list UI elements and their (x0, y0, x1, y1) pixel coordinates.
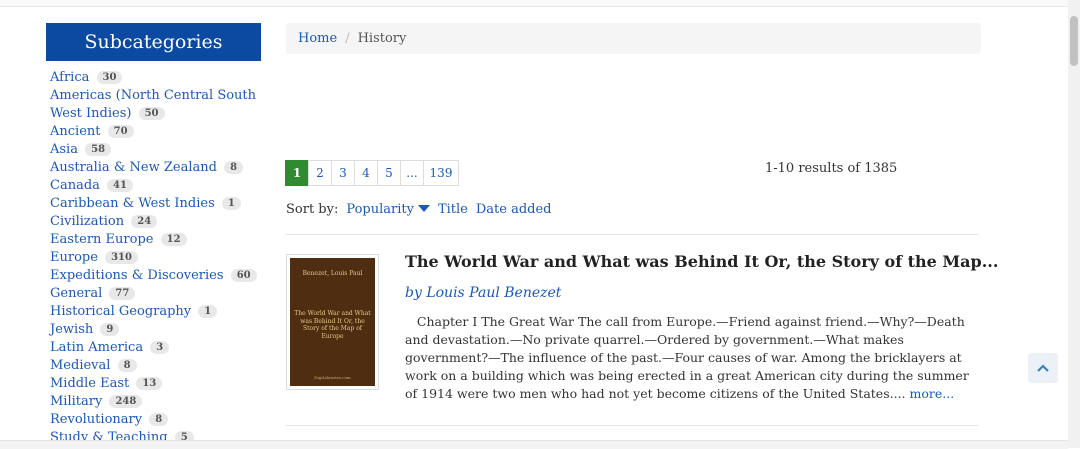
subcategory-item: General 77 (50, 285, 261, 303)
subcategory-item: Latin America 3 (50, 339, 261, 357)
page-link[interactable]: 2 (308, 160, 332, 186)
subcategory-link[interactable]: Historical Geography (50, 304, 191, 319)
scroll-to-top-button[interactable] (1028, 353, 1058, 383)
cover-author: Benezet, Louis Paul (302, 270, 363, 277)
subcategory-item: Eastern Europe 12 (50, 231, 261, 249)
breadcrumb-separator: / (345, 31, 350, 46)
count-badge: 12 (160, 233, 187, 246)
count-badge: 60 (230, 269, 257, 282)
subcategory-item: Ancient 70 (50, 123, 261, 141)
caret-down-icon (417, 205, 430, 212)
subcategory-item: Middle East 13 (50, 375, 261, 393)
divider (286, 234, 978, 235)
count-badge: 310 (105, 251, 138, 264)
subcategory-item: Historical Geography 1 (50, 303, 261, 321)
subcategory-link[interactable]: Australia & New Zealand (50, 160, 217, 175)
subcategory-link[interactable]: General (50, 286, 102, 301)
subcategory-item: Civilization 24 (50, 213, 261, 231)
chevron-up-icon (1037, 364, 1049, 372)
subcategory-link[interactable]: Ancient (50, 124, 101, 139)
results-count: 1-10 results of 1385 (765, 161, 898, 176)
page-link[interactable]: ... (400, 160, 424, 186)
subcategory-item: Caribbean & West Indies 1 (50, 195, 261, 213)
sort-popularity-link[interactable]: Popularity (346, 202, 430, 217)
subcategory-link[interactable]: Jewish (50, 322, 93, 337)
subcategory-link[interactable]: Medieval (50, 358, 110, 373)
count-badge: 1 (198, 305, 218, 318)
page-link[interactable]: 1 (285, 160, 309, 186)
sort-date-link[interactable]: Date added (476, 202, 552, 217)
count-badge: 24 (131, 215, 158, 228)
count-badge: 3 (150, 341, 170, 354)
subcategory-item: Americas (North Central South West Indie… (50, 87, 261, 123)
count-badge: 13 (136, 377, 163, 390)
breadcrumb: Home / History (286, 23, 981, 54)
subcategory-item: Africa 30 (50, 69, 261, 87)
breadcrumb-current: History (357, 31, 407, 46)
book-description: Chapter I The Great War The call from Eu… (405, 313, 975, 403)
subcategory-link[interactable]: Caribbean & West Indies (50, 196, 215, 211)
subcategory-item: Expeditions & Discoveries 60 (50, 267, 261, 285)
page-link[interactable]: 4 (354, 160, 378, 186)
subcategory-link[interactable]: Middle East (50, 376, 129, 391)
book-description-text: Chapter I The Great War The call from Eu… (405, 314, 969, 401)
count-badge: 30 (96, 71, 123, 84)
subcategory-link[interactable]: Latin America (50, 340, 143, 355)
page-link[interactable]: 3 (331, 160, 355, 186)
subcategory-link[interactable]: Asia (50, 142, 78, 157)
cover-title: The World War and What was Behind It Or,… (294, 310, 371, 340)
subcategory-item: Canada 41 (50, 177, 261, 195)
book-author-link[interactable]: by Louis Paul Benezet (405, 285, 561, 301)
page-scrollbar[interactable] (1068, 0, 1080, 448)
count-badge: 1 (221, 197, 241, 210)
subcategory-item: Revolutionary 8 (50, 411, 261, 429)
more-link[interactable]: more... (910, 386, 955, 401)
pagination: 1 2 3 4 5... 139 (285, 160, 459, 186)
subcategory-link[interactable]: Expeditions & Discoveries (50, 268, 224, 283)
count-badge: 70 (107, 125, 134, 138)
page-link[interactable]: 139 (423, 160, 459, 186)
subcategories-title: Subcategories (46, 23, 261, 61)
subcategory-list: Africa 30 Americas (North Central South W… (50, 69, 261, 447)
subcategory-link[interactable]: Military (50, 394, 102, 409)
count-badge: 8 (117, 359, 137, 372)
sort-bar: Sort by: Popularity Title Date added (286, 202, 552, 217)
book-cover-image: Benezet, Louis Paul The World War and Wh… (290, 258, 375, 386)
subcategory-item: Medieval 8 (50, 357, 261, 375)
subcategory-item: Military 248 (50, 393, 261, 411)
count-badge: 58 (85, 143, 112, 156)
count-badge: 41 (107, 179, 133, 192)
subcategory-item: Europe 310 (50, 249, 261, 267)
subcategory-link[interactable]: Canada (50, 178, 100, 193)
count-badge: 8 (224, 161, 244, 174)
subcategory-item: Asia 58 (50, 141, 261, 159)
book-cover-link[interactable]: Benezet, Louis Paul The World War and Wh… (286, 254, 379, 390)
count-badge: 50 (138, 107, 165, 120)
subcategory-link[interactable]: Eastern Europe (50, 232, 153, 247)
count-badge: 8 (149, 413, 169, 426)
count-badge: 9 (100, 323, 120, 336)
subcategory-item: Australia & New Zealand 8 (50, 159, 261, 177)
page-link[interactable]: 5 (377, 160, 401, 186)
sort-popularity-label: Popularity (346, 202, 414, 217)
subcategory-link[interactable]: Africa (50, 70, 89, 85)
subcategory-item: Jewish 9 (50, 321, 261, 339)
subcategories-sidebar: Subcategories Africa 30 Americas (North C… (46, 23, 261, 447)
divider (286, 425, 978, 426)
subcategory-link[interactable]: Europe (50, 250, 98, 265)
subcategory-link[interactable]: Civilization (50, 214, 124, 229)
breadcrumb-home-link[interactable]: Home (298, 31, 337, 46)
subcategory-link[interactable]: Revolutionary (50, 412, 142, 427)
count-badge: 77 (109, 287, 136, 300)
scrollbar-thumb[interactable] (1070, 16, 1078, 66)
sort-label: Sort by: (286, 202, 339, 217)
top-border (0, 0, 1080, 7)
count-badge: 248 (109, 395, 143, 408)
cover-footer: DigiLibraries.com (314, 375, 351, 380)
sort-title-link[interactable]: Title (438, 202, 468, 217)
book-title-link[interactable]: The World War and What was Behind It Or,… (405, 252, 998, 271)
